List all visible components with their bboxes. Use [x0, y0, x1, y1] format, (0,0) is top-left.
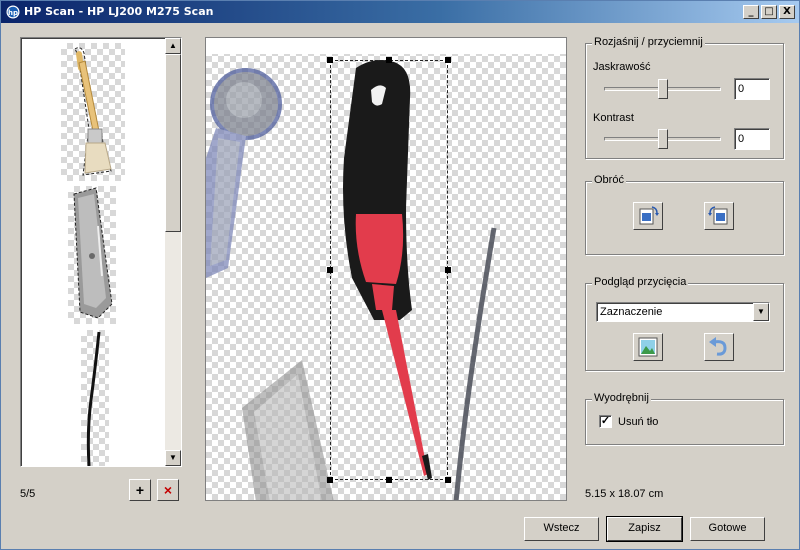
- done-button[interactable]: Gotowe: [690, 517, 765, 541]
- crop-mode-value: Zaznaczenie: [600, 306, 663, 318]
- scroll-down-button[interactable]: ▼: [165, 450, 181, 466]
- crop-handle[interactable]: [445, 57, 451, 63]
- crop-selection[interactable]: [330, 60, 448, 480]
- brightness-label: Jaskrawość: [593, 61, 651, 73]
- contrast-input[interactable]: 0: [734, 128, 770, 150]
- crop-handle[interactable]: [386, 477, 392, 483]
- thumbnail-scrollbar[interactable]: ▲ ▼: [165, 38, 181, 466]
- crop-handle[interactable]: [327, 57, 333, 63]
- plus-icon: +: [135, 482, 145, 498]
- svg-text:hp: hp: [8, 9, 18, 17]
- contrast-slider-thumb[interactable]: [657, 129, 668, 149]
- hp-scan-window: hp HP Scan - HP LJ200 M275 Scan _ □ X ▲ …: [0, 0, 800, 550]
- page-counter: 5/5: [20, 488, 36, 500]
- thumbnail-list[interactable]: ▲ ▼: [20, 37, 182, 467]
- utility-knife-image: [73, 187, 113, 319]
- selection-dimensions: 5.15 x 18.07 cm: [585, 488, 664, 500]
- thumbnail-cable[interactable]: [81, 330, 109, 466]
- remove-background-checkbox[interactable]: ✓: [599, 415, 612, 428]
- scroll-thumb[interactable]: [165, 54, 181, 232]
- extract-group: Wyodrębnij: [585, 392, 784, 445]
- crop-handle[interactable]: [327, 477, 333, 483]
- rotate-left-button[interactable]: [633, 202, 663, 230]
- thumbnail-brush[interactable]: [61, 43, 125, 181]
- rotate-left-icon: [639, 206, 659, 225]
- brightness-slider-thumb[interactable]: [657, 79, 668, 99]
- back-button[interactable]: Wstecz: [524, 517, 599, 541]
- scroll-up-button[interactable]: ▲: [165, 38, 181, 54]
- hp-app-icon: hp: [6, 5, 20, 19]
- rotate-right-icon: [708, 206, 728, 225]
- cable-image: [86, 331, 101, 466]
- save-button[interactable]: Zapisz: [606, 516, 683, 542]
- rotate-legend: Obróć: [592, 174, 626, 186]
- add-page-button[interactable]: +: [129, 479, 151, 501]
- delete-icon: ×: [163, 482, 173, 498]
- chevron-down-icon[interactable]: ▼: [753, 303, 769, 321]
- crop-mode-select[interactable]: Zaznaczenie ▼: [596, 302, 770, 322]
- maximize-button[interactable]: □: [761, 5, 777, 19]
- crop-handle[interactable]: [327, 267, 333, 273]
- close-button[interactable]: X: [779, 5, 795, 19]
- rotate-group: Obróć: [585, 174, 784, 255]
- undo-crop-button[interactable]: [704, 333, 734, 361]
- scan-preview[interactable]: [205, 37, 567, 501]
- brightness-input[interactable]: 0: [734, 78, 770, 100]
- minimize-button[interactable]: _: [743, 5, 759, 19]
- thumbnail-utility-knife[interactable]: [68, 186, 116, 324]
- crop-handle[interactable]: [386, 57, 392, 63]
- window-title: HP Scan - HP LJ200 M275 Scan: [24, 5, 214, 18]
- crop-preview-legend: Podgląd przycięcia: [592, 276, 689, 288]
- undo-icon: [709, 337, 727, 356]
- brush-image: [74, 47, 112, 176]
- remove-page-button[interactable]: ×: [157, 479, 179, 501]
- title-bar: hp HP Scan - HP LJ200 M275 Scan _ □ X: [1, 1, 799, 23]
- crop-handle[interactable]: [445, 267, 451, 273]
- remove-background-label: Usuń tło: [618, 416, 659, 428]
- rotate-right-button[interactable]: [704, 202, 734, 230]
- image-preview-icon: [638, 337, 658, 357]
- brighten-darken-legend: Rozjaśnij / przyciemnij: [592, 36, 705, 48]
- preview-crop-button[interactable]: [633, 333, 663, 361]
- extract-legend: Wyodrębnij: [592, 392, 651, 404]
- crop-handle[interactable]: [445, 477, 451, 483]
- contrast-label: Kontrast: [593, 112, 634, 124]
- crop-preview-group: Podgląd przycięcia: [585, 276, 784, 371]
